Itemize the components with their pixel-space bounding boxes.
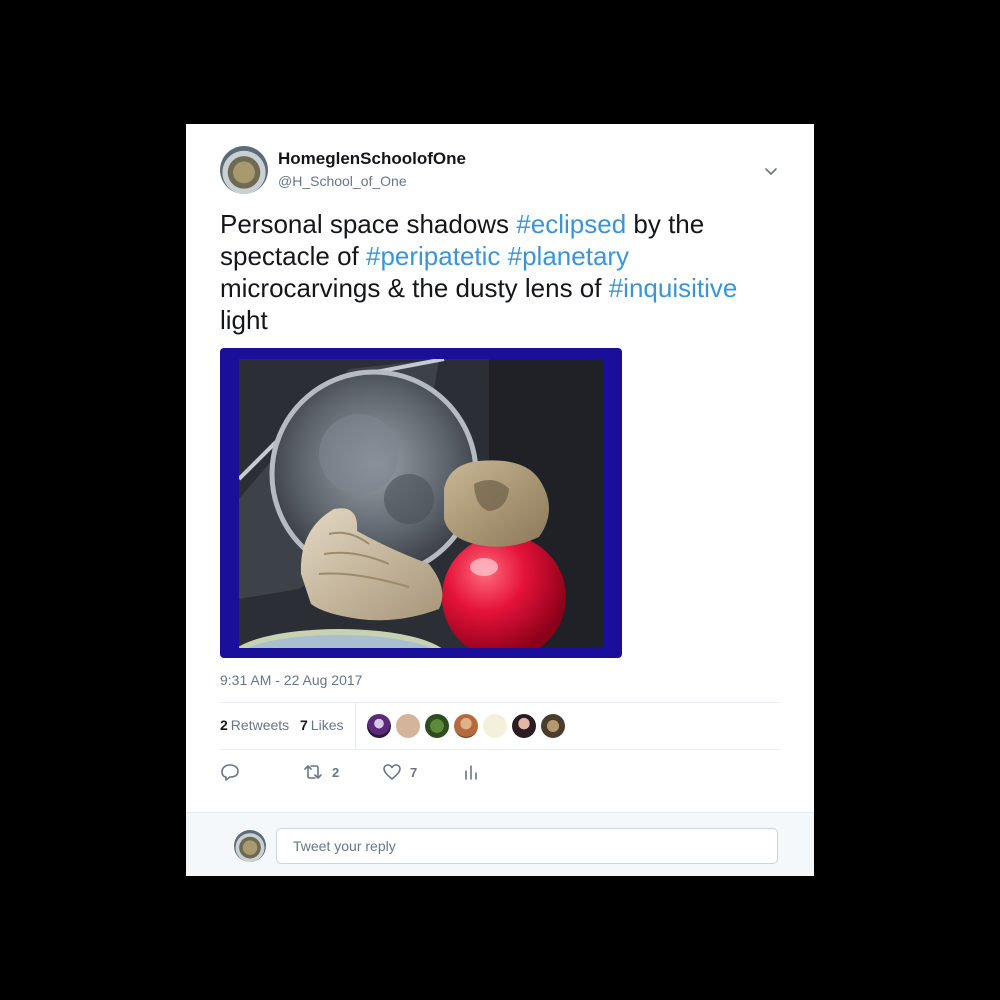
liker-avatar[interactable] [483,714,507,738]
heart-icon [382,762,402,782]
analytics-button[interactable] [462,760,480,784]
tweet-stats: 2 Retweets 7 Likes [220,703,780,749]
tweet-card: HomeglenSchoolofOne @H_School_of_One Per… [186,124,814,876]
analytics-icon [462,762,480,782]
chevron-down-icon[interactable] [762,162,780,180]
tweet-text-segment [500,241,507,271]
retweet-icon [302,762,324,782]
like-count: 7 [410,764,418,780]
liker-avatar[interactable] [367,714,391,738]
liker-avatar[interactable] [396,714,420,738]
reply-button[interactable] [220,760,240,784]
liker-avatar[interactable] [454,714,478,738]
divider [220,749,780,750]
likes-count: 7 [300,717,308,733]
author-display-name[interactable]: HomeglenSchoolofOne [278,149,466,169]
hashtag-link[interactable]: #eclipsed [516,209,626,239]
author-avatar[interactable] [220,146,268,194]
tweet-text-segment: Personal space shadows [220,209,517,239]
author-handle[interactable]: @H_School_of_One [278,173,407,189]
liker-avatar[interactable] [541,714,565,738]
tweet-actions: 2 7 [220,760,520,784]
stats-separator [355,703,356,749]
tweet-text-segment: microcarvings & the dusty lens of [220,273,609,303]
hashtag-link[interactable]: #planetary [508,241,629,271]
user-avatar [234,830,266,862]
retweets-count: 2 [220,717,228,733]
tweet-timestamp[interactable]: 9:31 AM - 22 Aug 2017 [220,672,362,688]
retweets-stat[interactable]: 2 Retweets [220,717,289,733]
photo-illustration [239,359,603,648]
reply-icon [220,762,240,782]
like-button[interactable]: 7 [382,760,417,784]
reply-input[interactable] [276,828,778,864]
liker-avatar[interactable] [425,714,449,738]
tweet-text-segment: light [220,305,268,335]
tweet-text: Personal space shadows #eclipsed by the … [220,208,790,336]
tweet-photo[interactable] [220,348,622,658]
tweet-header: HomeglenSchoolofOne @H_School_of_One [220,146,784,196]
retweet-button[interactable]: 2 [302,760,339,784]
likes-label: Likes [310,717,344,733]
liker-avatar[interactable] [512,714,536,738]
photo-content [239,359,603,648]
retweets-label: Retweets [230,717,290,733]
likes-stat[interactable]: 7 Likes [300,717,343,733]
retweet-count: 2 [332,764,340,780]
hashtag-link[interactable]: #peripatetic [366,241,500,271]
hashtag-link[interactable]: #inquisitive [609,273,738,303]
reply-composer [186,812,814,876]
